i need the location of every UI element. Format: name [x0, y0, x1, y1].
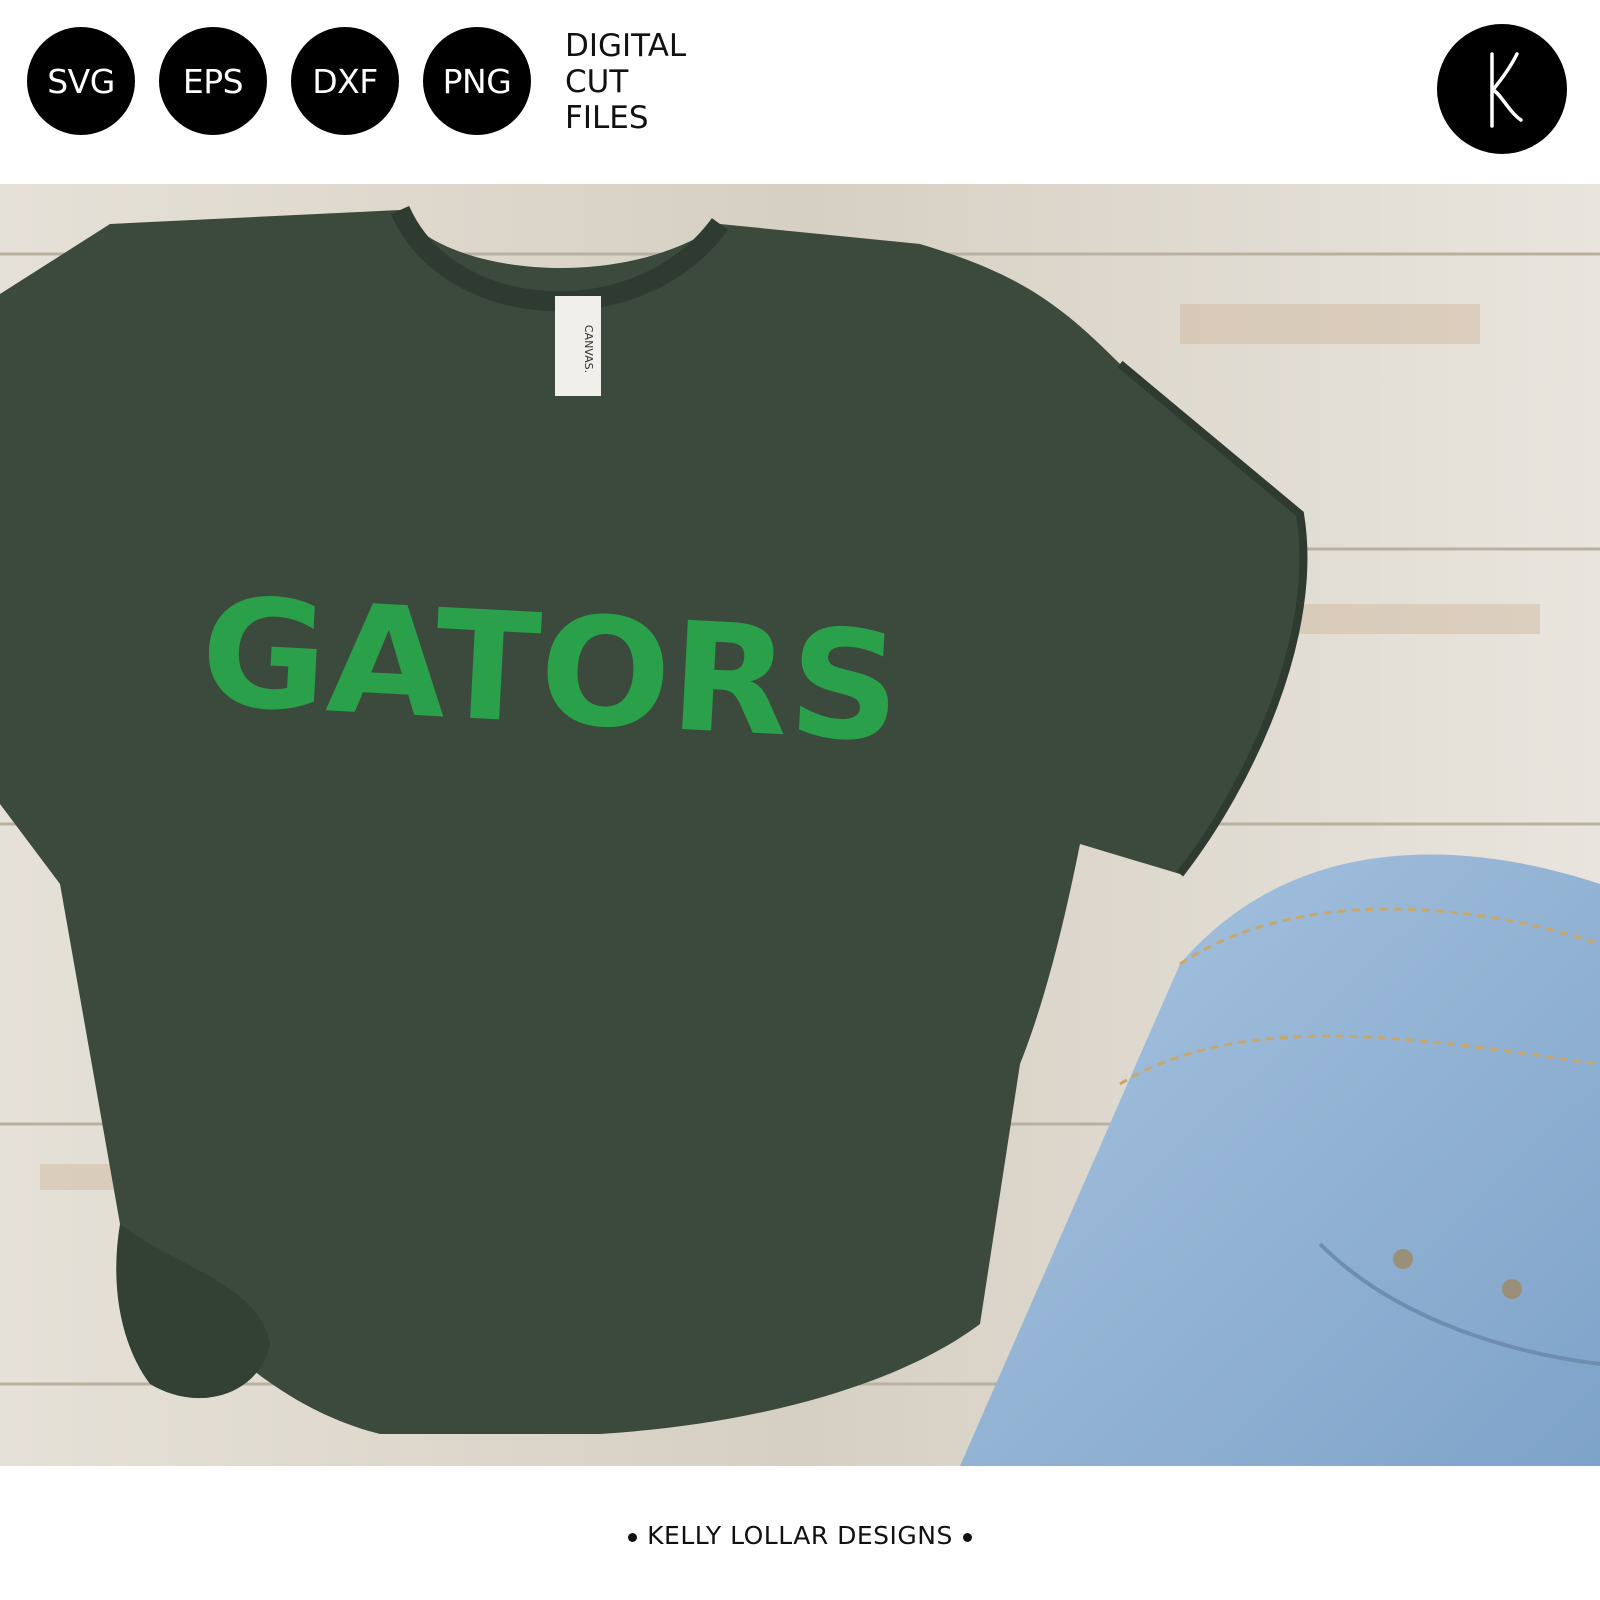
tag-brand-text: CANVAS.	[582, 325, 595, 373]
bullet-icon	[962, 1532, 972, 1542]
footer-text: KELLY LOLLAR DESIGNS	[647, 1521, 953, 1550]
eps-badge: EPS	[159, 27, 267, 135]
k-monogram-icon	[1490, 52, 1523, 128]
cut-label-line-1: DIGITAL	[565, 28, 687, 64]
svg-badge: SVG	[27, 27, 135, 135]
file-format-badges: SVG EPS DXF PNG	[27, 27, 531, 135]
dxf-badge: DXF	[291, 27, 399, 135]
cut-label-line-2: CUT	[565, 64, 629, 100]
bullet-icon	[628, 1532, 638, 1542]
shirt-mockup-scene: CANVAS. GATORS	[0, 184, 1600, 1466]
png-badge: PNG	[423, 27, 531, 135]
digital-cut-files-label: DIGITAL CUT FILES	[565, 28, 715, 136]
footer-brand: KELLY LOLLAR DESIGNS	[0, 1521, 1600, 1550]
product-photo: CANVAS. GATORS	[0, 184, 1600, 1466]
gators-print: GATORS	[197, 566, 905, 776]
print-text: GATORS	[197, 566, 905, 776]
k-monogram-logo: K	[1437, 24, 1567, 154]
cut-label-line-3: FILES	[565, 100, 649, 136]
